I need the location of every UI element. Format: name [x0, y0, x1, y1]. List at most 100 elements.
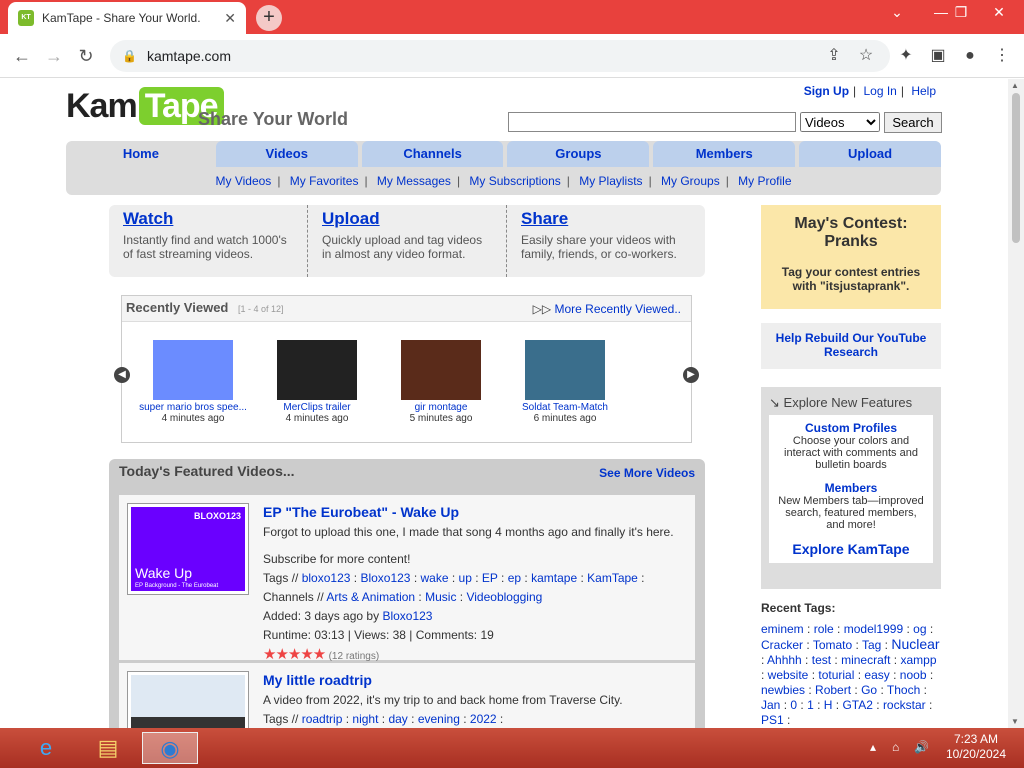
recent-video[interactable]: gir montage 5 minutes ago: [386, 340, 496, 424]
uploader-link[interactable]: Bloxo123: [382, 609, 432, 623]
video-title-link[interactable]: super mario bros spee...: [139, 402, 247, 413]
tag-link[interactable]: easy: [864, 668, 889, 682]
tag-link[interactable]: KamTape: [587, 571, 638, 585]
tag-link[interactable]: ep: [508, 571, 521, 585]
tag-link[interactable]: minecraft: [841, 653, 890, 667]
channel-link[interactable]: Music: [425, 590, 456, 604]
custom-profiles-link[interactable]: Custom Profiles: [805, 421, 897, 435]
chrome-taskbar-icon[interactable]: ◉: [142, 732, 198, 764]
menu-dots-icon[interactable]: ⋮: [990, 44, 1014, 68]
tab-groups[interactable]: Groups: [507, 141, 650, 167]
tab-channels[interactable]: Channels: [361, 141, 504, 167]
tag-link[interactable]: test: [812, 653, 831, 667]
tag-link[interactable]: kamtape: [531, 571, 577, 585]
tag-link[interactable]: Go: [861, 683, 877, 697]
tab-members[interactable]: Members: [653, 141, 796, 167]
next-arrow-icon[interactable]: ▶: [683, 367, 699, 383]
scrollbar-thumb[interactable]: [1012, 93, 1020, 243]
search-category-select[interactable]: Videos: [800, 112, 880, 132]
tag-link[interactable]: Robert: [815, 683, 851, 697]
profile-avatar-icon[interactable]: ●: [958, 44, 982, 68]
tag-link[interactable]: website: [768, 668, 809, 682]
file-explorer-icon[interactable]: ▤: [88, 732, 128, 764]
share-link[interactable]: Share: [521, 209, 691, 229]
recent-video[interactable]: super mario bros spee... 4 minutes ago: [138, 340, 248, 424]
tag-link[interactable]: Tag: [862, 638, 881, 652]
close-window-button[interactable]: ✕: [982, 0, 1016, 24]
tag-link[interactable]: Thoch: [887, 683, 920, 697]
tag-link[interactable]: 2022: [470, 712, 497, 726]
help-link[interactable]: Help: [911, 84, 936, 98]
my-favorites-link[interactable]: My Favorites: [290, 174, 359, 188]
tag-link[interactable]: Bloxo123: [360, 571, 410, 585]
tag-link[interactable]: role: [814, 622, 834, 636]
new-tab-button[interactable]: +: [256, 5, 282, 31]
sign-up-link[interactable]: Sign Up: [804, 84, 849, 98]
video-thumbnail[interactable]: BLOXO123 Wake Up EP Background - The Eur…: [127, 503, 249, 595]
tag-link[interactable]: 1: [807, 698, 814, 712]
see-more-videos-link[interactable]: See More Videos: [599, 466, 695, 480]
tag-link[interactable]: evening: [418, 712, 460, 726]
tag-link[interactable]: up: [459, 571, 472, 585]
tag-link[interactable]: noob: [900, 668, 927, 682]
upload-link[interactable]: Upload: [322, 209, 492, 229]
rebuild-link[interactable]: Help Rebuild Our YouTube Research: [776, 331, 927, 359]
tab-upload[interactable]: Upload: [799, 141, 941, 167]
tag-link[interactable]: day: [388, 712, 407, 726]
scroll-up-icon[interactable]: ▲: [1011, 81, 1019, 90]
bookmark-star-icon[interactable]: ☆: [854, 44, 878, 68]
reload-icon[interactable]: ↻: [74, 44, 98, 68]
tag-link[interactable]: og: [913, 622, 926, 636]
extensions-icon[interactable]: ✦: [894, 44, 918, 68]
tab-videos[interactable]: Videos: [215, 141, 358, 167]
recent-video[interactable]: MerClips trailer 4 minutes ago: [262, 340, 372, 424]
my-messages-link[interactable]: My Messages: [377, 174, 451, 188]
tag-link[interactable]: rockstar: [883, 698, 926, 712]
browser-tab[interactable]: KT KamTape - Share Your World. ✕: [8, 2, 246, 34]
tag-link[interactable]: Tomato: [813, 638, 852, 652]
forward-icon[interactable]: →: [42, 44, 66, 68]
network-icon[interactable]: ⌂: [892, 740, 899, 754]
tag-link[interactable]: GTA2: [842, 698, 872, 712]
search-input[interactable]: [508, 112, 796, 132]
page-scrollbar[interactable]: ▲ ▼: [1008, 79, 1024, 728]
tag-link[interactable]: roadtrip: [302, 712, 343, 726]
my-subscriptions-link[interactable]: My Subscriptions: [469, 174, 560, 188]
log-in-link[interactable]: Log In: [863, 84, 896, 98]
side-panel-icon[interactable]: ▣: [926, 44, 950, 68]
tag-link[interactable]: eminem: [761, 622, 804, 636]
tag-link[interactable]: newbies: [761, 683, 805, 697]
internet-explorer-icon[interactable]: e: [26, 732, 66, 764]
tag-link[interactable]: PS1: [761, 713, 784, 727]
tag-link[interactable]: model1999: [844, 622, 903, 636]
my-videos-link[interactable]: My Videos: [216, 174, 272, 188]
tag-link[interactable]: bloxo123: [302, 571, 351, 585]
rating-stars-icon[interactable]: ★★★★★: [263, 646, 326, 663]
tag-link[interactable]: night: [352, 712, 378, 726]
explore-kamtape-link[interactable]: Explore KamTape: [792, 541, 909, 557]
volume-icon[interactable]: 🔊: [914, 740, 929, 754]
video-thumbnail[interactable]: [401, 340, 481, 400]
my-profile-link[interactable]: My Profile: [738, 174, 791, 188]
tag-link[interactable]: H: [824, 698, 833, 712]
tab-search-icon[interactable]: ⌄: [880, 0, 914, 24]
video-thumbnail[interactable]: [277, 340, 357, 400]
share-icon[interactable]: ⇪: [822, 44, 846, 68]
tag-link[interactable]: Nuclear: [891, 636, 939, 652]
tag-link[interactable]: 0: [790, 698, 797, 712]
my-playlists-link[interactable]: My Playlists: [579, 174, 642, 188]
tag-link[interactable]: Cracker: [761, 638, 803, 652]
system-clock[interactable]: 7:23 AM 10/20/2024: [946, 732, 1006, 762]
video-title-link[interactable]: gir montage: [415, 402, 468, 413]
channel-link[interactable]: Videoblogging: [466, 590, 542, 604]
back-icon[interactable]: ←: [10, 44, 34, 68]
scroll-down-icon[interactable]: ▼: [1011, 717, 1019, 726]
tag-link[interactable]: Ahhhh: [767, 653, 802, 667]
video-title-link[interactable]: EP "The Eurobeat" - Wake Up: [263, 504, 459, 520]
search-button[interactable]: Search: [884, 112, 942, 133]
video-thumbnail[interactable]: [127, 671, 249, 728]
tag-link[interactable]: xampp: [900, 653, 936, 667]
show-hidden-icons-icon[interactable]: ▴: [870, 740, 876, 754]
tag-link[interactable]: toturial: [818, 668, 854, 682]
tag-link[interactable]: EP: [482, 571, 498, 585]
